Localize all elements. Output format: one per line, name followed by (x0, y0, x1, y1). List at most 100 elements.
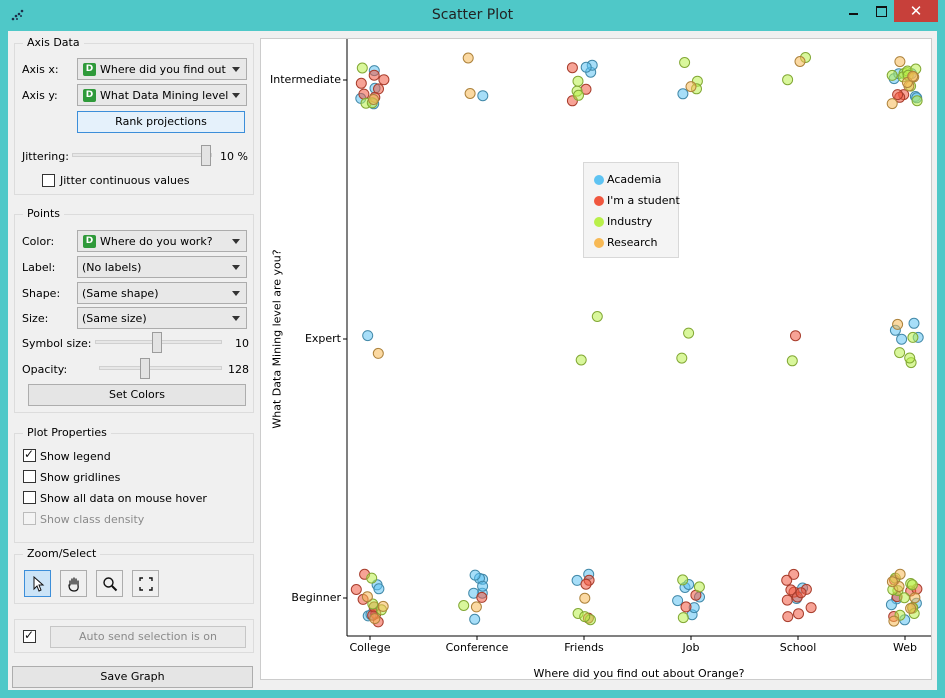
data-point[interactable] (906, 579, 918, 591)
data-point[interactable] (907, 331, 919, 343)
data-point[interactable] (894, 568, 906, 580)
data-point[interactable] (377, 600, 389, 612)
data-point[interactable] (677, 88, 689, 100)
data-point[interactable] (572, 75, 584, 87)
auto-send-checkbox[interactable] (23, 628, 36, 643)
data-point[interactable] (905, 602, 917, 614)
symbol-size-slider-handle[interactable] (152, 332, 162, 353)
data-point[interactable] (677, 612, 689, 624)
data-point[interactable] (886, 98, 898, 110)
data-point[interactable] (469, 613, 481, 625)
data-point[interactable] (793, 608, 804, 620)
data-point[interactable] (786, 355, 798, 367)
data-point[interactable] (477, 90, 489, 102)
data-point[interactable] (469, 569, 481, 581)
jittering-slider-handle[interactable] (201, 145, 211, 166)
data-point[interactable] (470, 601, 482, 613)
data-point[interactable] (575, 354, 587, 366)
zoom-tool-button[interactable] (96, 570, 123, 597)
zoom-reset-button[interactable] (132, 570, 159, 597)
select-tool-button[interactable] (24, 570, 51, 597)
data-point[interactable] (464, 88, 476, 99)
data-point[interactable] (361, 591, 373, 603)
opacity-slider-groove[interactable] (99, 366, 222, 370)
data-point[interactable] (886, 576, 898, 588)
data-point[interactable] (909, 592, 921, 604)
data-point[interactable] (888, 615, 900, 627)
set-colors-button[interactable]: Set Colors (28, 384, 246, 406)
label-select[interactable]: (No labels) (77, 256, 247, 278)
data-point[interactable] (566, 62, 578, 74)
data-point[interactable] (781, 574, 793, 586)
shape-select[interactable]: (Same shape) (77, 282, 247, 304)
data-point[interactable] (677, 574, 689, 586)
data-point[interactable] (805, 602, 817, 614)
data-point[interactable] (679, 57, 691, 68)
data-point[interactable] (795, 587, 807, 599)
data-point[interactable] (896, 333, 908, 345)
data-point[interactable] (790, 330, 801, 342)
data-point[interactable] (573, 89, 584, 101)
data-point[interactable] (580, 61, 592, 73)
data-point[interactable] (794, 56, 806, 67)
data-point[interactable] (892, 318, 904, 330)
data-point[interactable] (579, 592, 591, 604)
jitter-continuous-checkbox[interactable] (42, 174, 55, 187)
jittering-slider-groove[interactable] (72, 153, 212, 157)
data-point[interactable] (366, 572, 378, 584)
data-point[interactable] (580, 578, 592, 590)
data-point[interactable] (907, 70, 919, 82)
show-gridlines-checkbox[interactable] (23, 470, 36, 483)
data-point[interactable] (904, 352, 916, 364)
maximize-button[interactable] (868, 0, 894, 22)
show-legend-checkbox[interactable] (23, 447, 36, 462)
data-point[interactable] (894, 56, 906, 68)
data-point[interactable] (911, 95, 923, 107)
data-point[interactable] (378, 74, 390, 86)
data-point[interactable] (683, 327, 695, 339)
opacity-slider-handle[interactable] (140, 358, 150, 379)
data-point[interactable] (355, 77, 367, 89)
data-point[interactable] (894, 347, 906, 359)
minimize-button[interactable] (839, 0, 869, 22)
show-all-data-checkbox[interactable] (23, 491, 36, 504)
data-point[interactable] (458, 600, 470, 611)
axis-x-select[interactable]: D Where did you find out about Orange? (77, 58, 247, 80)
data-point[interactable] (680, 601, 692, 613)
size-select[interactable]: (Same size) (77, 307, 247, 329)
data-point[interactable] (591, 311, 603, 322)
data-point[interactable] (685, 81, 697, 93)
close-button[interactable]: ✕ (894, 0, 938, 22)
data-point[interactable] (886, 69, 898, 81)
data-point[interactable] (368, 94, 379, 105)
data-point[interactable] (892, 89, 904, 101)
data-point[interactable] (781, 594, 793, 606)
data-point[interactable] (356, 62, 368, 74)
data-point[interactable] (782, 74, 794, 86)
data-point[interactable] (462, 52, 474, 64)
data-point[interactable] (579, 611, 591, 623)
legend[interactable]: Academia I'm a student Industry Research (583, 162, 680, 258)
data-point[interactable] (372, 347, 384, 359)
data-point[interactable] (350, 584, 362, 595)
data-point[interactable] (672, 595, 684, 607)
data-point[interactable] (676, 352, 688, 364)
title-bar[interactable]: Scatter Plot ✕ (0, 0, 945, 31)
color-select[interactable]: D Where do you work? (77, 230, 247, 252)
scatter-plot-canvas[interactable] (261, 39, 931, 679)
data-point[interactable] (369, 613, 381, 625)
data-point[interactable] (908, 317, 920, 329)
data-point[interactable] (782, 611, 794, 623)
save-graph-button[interactable]: Save Graph (12, 666, 253, 688)
data-point[interactable] (477, 580, 489, 592)
data-point[interactable] (693, 581, 705, 593)
data-point[interactable] (362, 330, 374, 342)
data-point[interactable] (373, 583, 385, 595)
data-point[interactable] (476, 591, 488, 603)
auto-send-button[interactable]: Auto send selection is on (50, 626, 246, 648)
data-point[interactable] (358, 88, 370, 100)
data-point[interactable] (368, 69, 380, 81)
pan-tool-button[interactable] (60, 570, 87, 597)
data-point[interactable] (898, 592, 910, 604)
rank-projections-button[interactable]: Rank projections (77, 111, 245, 133)
